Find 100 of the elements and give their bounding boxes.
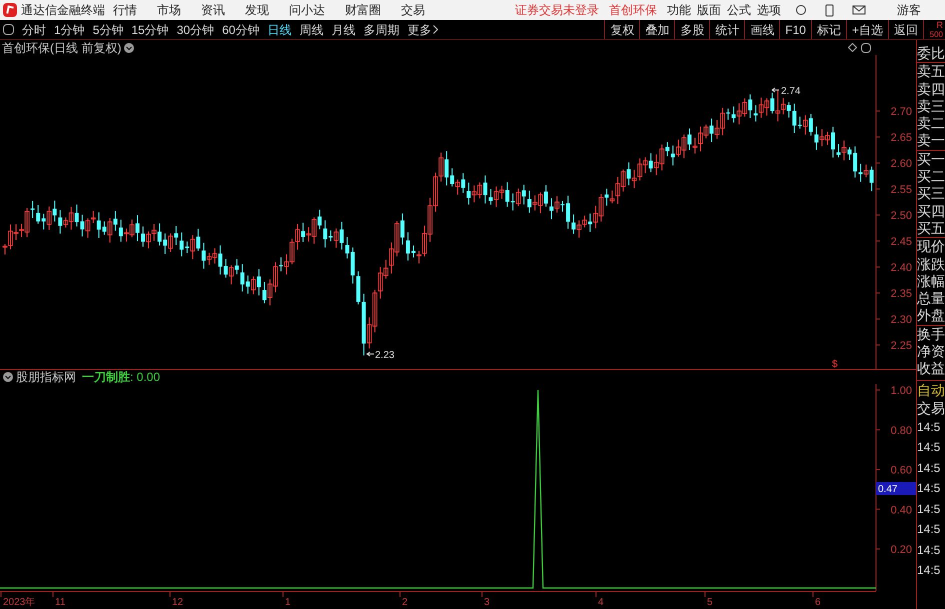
- quote-label: 外盘: [917, 307, 945, 325]
- cursor-value-label: [876, 482, 916, 495]
- indicator-tick-label: 0.60: [890, 464, 912, 476]
- quote-label: 卖五: [917, 63, 945, 81]
- toolbar-button[interactable]: 标记: [810, 20, 846, 39]
- period-tab[interactable]: 15分钟: [131, 20, 169, 38]
- app-title: 通达信金融终端: [21, 2, 105, 19]
- toolbar-button[interactable]: F10: [779, 20, 811, 39]
- signal-marker: $: [832, 359, 838, 370]
- corner-value: 500: [930, 30, 943, 40]
- price-tick-label: 2.70: [890, 106, 912, 118]
- diamond-icon[interactable]: [848, 43, 857, 52]
- menu-item[interactable]: 市场: [157, 1, 181, 19]
- quote-label: 总量: [917, 290, 945, 308]
- menu-item[interactable]: 功能: [667, 1, 691, 19]
- period-tab[interactable]: 30分钟: [176, 20, 214, 38]
- price-tick-label: 2.50: [890, 210, 912, 222]
- trade-time: 14:5: [917, 562, 942, 580]
- quote-label: 净资: [917, 343, 945, 360]
- price-tick-label: 2.25: [890, 340, 912, 352]
- period-tab[interactable]: 日线: [267, 20, 292, 38]
- trade-time: 14:5: [917, 521, 942, 538]
- trade-time: 14:5: [917, 480, 942, 498]
- high-price-label: 2.74: [781, 86, 800, 97]
- toolbar-button[interactable]: 画线: [744, 20, 780, 39]
- quote-label: 卖四: [917, 80, 945, 98]
- menu-item[interactable]: 交易: [401, 1, 425, 19]
- date-axis-label: 12: [172, 597, 184, 608]
- indicator-tick-label: 0.80: [890, 424, 912, 437]
- trade-time: 14:5: [917, 500, 942, 518]
- corner-label: R: [936, 20, 943, 30]
- quote-label: 买二: [917, 168, 945, 186]
- toolbar-button[interactable]: +自选: [846, 20, 888, 39]
- indicator-value: 一刀制胜: 0.00: [82, 369, 160, 386]
- user-label[interactable]: 游客: [897, 1, 921, 19]
- auto-trade-label[interactable]: 自动: [917, 380, 945, 399]
- chevron-down-icon[interactable]: [3, 372, 13, 382]
- indicator-name: 股朋指标网: [16, 369, 76, 386]
- toolbar-button[interactable]: 复权: [604, 20, 640, 39]
- quote-label: 卖二: [917, 115, 945, 132]
- date-axis-label: 2023年: [3, 597, 36, 608]
- toolbar-button[interactable]: 叠加: [639, 20, 674, 39]
- date-axis-label: 5: [707, 597, 713, 608]
- quote-label: 卖三: [917, 98, 945, 116]
- menu-item[interactable]: 选项: [757, 1, 781, 19]
- quote-label: 买五: [917, 220, 945, 238]
- menu-item[interactable]: 行情: [113, 1, 137, 19]
- toolbar-button[interactable]: 多股: [674, 20, 710, 39]
- notice-text: 首创环保: [609, 2, 657, 19]
- app-logo-icon: [3, 3, 17, 17]
- quote-label: 买三: [917, 185, 945, 203]
- price-tick-label: 2.30: [890, 314, 912, 326]
- quote-label: 委比: [917, 45, 945, 62]
- menu-item[interactable]: 公式: [727, 1, 751, 19]
- price-tick-label: 2.40: [890, 262, 912, 274]
- price-tick-label: 2.45: [890, 236, 912, 248]
- mail-icon[interactable]: [852, 5, 866, 15]
- menu-item[interactable]: 发现: [245, 1, 269, 19]
- indicator-tick-label: 1.00: [890, 385, 912, 397]
- quote-label: 卖一: [917, 132, 945, 150]
- period-tab[interactable]: 1分钟: [54, 20, 85, 38]
- period-tab[interactable]: 5分钟: [92, 20, 124, 38]
- phone-icon[interactable]: [825, 4, 834, 16]
- period-tab[interactable]: 多周期: [363, 20, 400, 38]
- menu-item[interactable]: 财富圈: [345, 1, 381, 19]
- chevron-right-icon: [433, 25, 438, 34]
- quote-label: 买四: [917, 202, 945, 220]
- menu-item[interactable]: 资讯: [201, 1, 225, 19]
- high-arrow-icon: [772, 88, 780, 92]
- date-axis-label: 1: [285, 597, 291, 608]
- quote-label: 换手: [917, 326, 945, 344]
- period-tab[interactable]: 60分钟: [222, 20, 260, 38]
- menu-item[interactable]: 版面: [697, 1, 721, 19]
- period-tab[interactable]: 月线: [331, 20, 356, 38]
- price-tick-label: 2.65: [890, 132, 912, 144]
- quote-label: 涨跌: [917, 256, 945, 273]
- quote-label: 现价: [917, 238, 945, 256]
- trade-time: 14:5: [917, 542, 942, 559]
- period-tab[interactable]: 更多: [407, 20, 438, 38]
- period-tab[interactable]: 分时: [22, 20, 46, 38]
- notice-text: 证券交易未登录: [515, 2, 599, 19]
- low-arrow-icon: [366, 352, 374, 356]
- price-tick-label: 2.55: [890, 184, 912, 196]
- date-axis-label: 4: [598, 597, 604, 608]
- chevron-down-icon[interactable]: [124, 42, 134, 52]
- low-price-label: 2.23: [375, 350, 394, 361]
- toolbar-button[interactable]: 返回: [888, 20, 923, 39]
- menu-item[interactable]: 问小达: [289, 1, 325, 19]
- trade-time: 14:5: [917, 439, 942, 456]
- price-tick-label: 2.60: [890, 158, 912, 170]
- trade-time: 14:5: [917, 418, 942, 436]
- price-tick-label: 2.35: [890, 288, 912, 300]
- period-tab[interactable]: 周线: [299, 20, 324, 38]
- date-axis-label: 6: [815, 597, 821, 608]
- trade-time: 14:5: [917, 460, 942, 477]
- date-axis-label: 3: [484, 597, 490, 608]
- toolbar-button[interactable]: 统计: [709, 20, 744, 39]
- date-axis-label: 2: [402, 597, 408, 608]
- date-axis-label: 11: [55, 597, 66, 608]
- chart-title: 首创环保(日线 前复权): [2, 40, 122, 56]
